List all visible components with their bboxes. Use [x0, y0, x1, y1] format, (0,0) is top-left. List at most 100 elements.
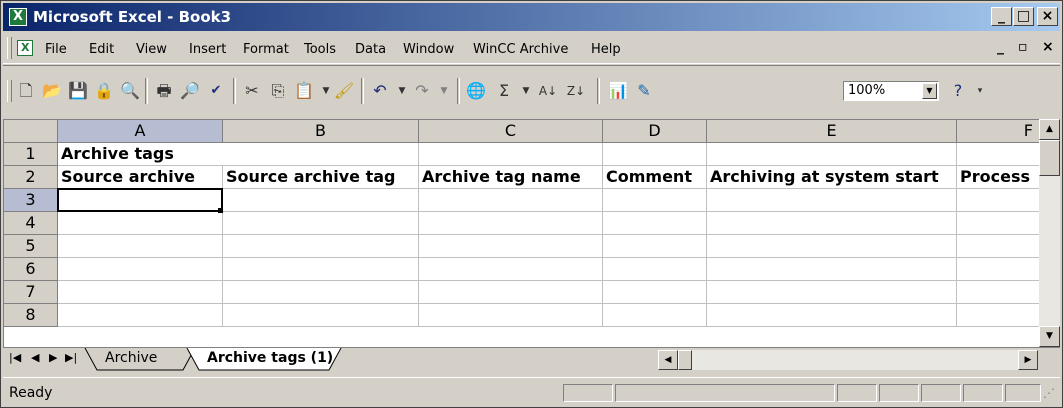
- cell-d4[interactable]: [603, 212, 707, 235]
- column-header-b[interactable]: B: [223, 120, 419, 143]
- menu-insert[interactable]: Insert: [189, 42, 226, 57]
- copy-icon[interactable]: ⎘: [267, 80, 289, 102]
- sheet-tab-archive-tags-1[interactable]: Archive tags (1): [199, 348, 341, 370]
- last-sheet-icon[interactable]: ▶|: [65, 351, 77, 364]
- cell-c8[interactable]: [419, 304, 603, 327]
- cell-c7[interactable]: [419, 281, 603, 304]
- cell-b4[interactable]: [223, 212, 419, 235]
- doc-minimize-button[interactable]: _: [997, 39, 1004, 55]
- cell-f7[interactable]: [957, 281, 1040, 304]
- cell-f3[interactable]: [957, 189, 1040, 212]
- scroll-down-icon[interactable]: ▼: [1039, 326, 1060, 347]
- scroll-up-icon[interactable]: ▲: [1039, 119, 1060, 140]
- menu-file[interactable]: File: [45, 42, 67, 57]
- menu-format[interactable]: Format: [243, 42, 289, 57]
- cell-b6[interactable]: [223, 258, 419, 281]
- excel-app-icon[interactable]: [9, 8, 27, 26]
- minimize-button[interactable]: _: [991, 7, 1012, 26]
- open-icon[interactable]: 📂: [41, 80, 63, 102]
- cell-d2[interactable]: Comment: [603, 166, 707, 189]
- cell-e1[interactable]: [707, 143, 957, 166]
- column-header-a[interactable]: A: [58, 120, 223, 143]
- menu-grip-handle[interactable]: [7, 37, 12, 59]
- row-header-5[interactable]: 5: [4, 235, 58, 258]
- cell-f8[interactable]: [957, 304, 1040, 327]
- cell-a8[interactable]: [58, 304, 223, 327]
- cell-c5[interactable]: [419, 235, 603, 258]
- cell-b7[interactable]: [223, 281, 419, 304]
- chart-wizard-icon[interactable]: 📊: [607, 80, 629, 102]
- cell-e8[interactable]: [707, 304, 957, 327]
- row-header-7[interactable]: 7: [4, 281, 58, 304]
- vertical-scrollbar[interactable]: ▲ ▼: [1039, 119, 1060, 347]
- autosum-icon[interactable]: Σ: [493, 80, 515, 102]
- sort-descending-icon[interactable]: Z↓: [565, 80, 587, 102]
- vertical-scroll-thumb[interactable]: [1039, 140, 1060, 176]
- cut-icon[interactable]: ✂: [241, 80, 263, 102]
- chevron-down-icon[interactable]: ▼: [922, 83, 937, 99]
- cell-e5[interactable]: [707, 235, 957, 258]
- resize-grip-icon[interactable]: ⋰: [1043, 386, 1055, 400]
- cell-e6[interactable]: [707, 258, 957, 281]
- first-sheet-icon[interactable]: |◀: [9, 351, 21, 364]
- cell-e3[interactable]: [707, 189, 957, 212]
- cell-c1[interactable]: [419, 143, 603, 166]
- cell-b1[interactable]: [223, 143, 419, 166]
- row-header-8[interactable]: 8: [4, 304, 58, 327]
- restore-button[interactable]: □: [1013, 7, 1034, 26]
- cell-a5[interactable]: [58, 235, 223, 258]
- horizontal-scroll-thumb[interactable]: [678, 350, 692, 370]
- cell-c4[interactable]: [419, 212, 603, 235]
- cell-f6[interactable]: [957, 258, 1040, 281]
- sheet-tab-archive[interactable]: Archive: [97, 348, 165, 370]
- cell-f1[interactable]: [957, 143, 1040, 166]
- workbook-icon[interactable]: [17, 40, 33, 56]
- row-header-3[interactable]: 3: [4, 189, 58, 212]
- spelling-icon[interactable]: ✔: [205, 80, 227, 102]
- cell-d6[interactable]: [603, 258, 707, 281]
- undo-dropdown-icon[interactable]: ▼: [391, 80, 413, 102]
- cell-d8[interactable]: [603, 304, 707, 327]
- cell-a4[interactable]: [58, 212, 223, 235]
- column-header-d[interactable]: D: [603, 120, 707, 143]
- undo-icon[interactable]: ↶: [369, 80, 391, 102]
- scroll-left-icon[interactable]: ◀: [658, 350, 678, 370]
- cell-b5[interactable]: [223, 235, 419, 258]
- row-header-2[interactable]: 2: [4, 166, 58, 189]
- cell-e4[interactable]: [707, 212, 957, 235]
- cell-d3[interactable]: [603, 189, 707, 212]
- cell-a1[interactable]: Archive tags: [58, 143, 223, 166]
- cell-f2[interactable]: Process: [957, 166, 1040, 189]
- zoom-select[interactable]: 100% ▼: [843, 81, 939, 101]
- paste-icon[interactable]: 📋: [293, 80, 315, 102]
- active-cell-selection[interactable]: [57, 188, 223, 212]
- toolbar-grip-handle[interactable]: [7, 80, 12, 102]
- cell-e2[interactable]: Archiving at system start: [707, 166, 957, 189]
- help-icon[interactable]: ?: [947, 80, 969, 102]
- cell-d7[interactable]: [603, 281, 707, 304]
- redo-dropdown-icon[interactable]: ▼: [433, 80, 455, 102]
- menu-tools[interactable]: Tools: [304, 42, 336, 57]
- select-all-corner[interactable]: [4, 120, 58, 143]
- row-header-1[interactable]: 1: [4, 143, 58, 166]
- permission-icon[interactable]: 🔒: [93, 80, 115, 102]
- cell-f4[interactable]: [957, 212, 1040, 235]
- column-header-e[interactable]: E: [707, 120, 957, 143]
- scroll-right-icon[interactable]: ▶: [1018, 350, 1038, 370]
- doc-restore-button[interactable]: ▫: [1018, 39, 1028, 55]
- toolbar-options-icon[interactable]: ▾: [969, 80, 991, 102]
- autosum-dropdown-icon[interactable]: ▼: [515, 80, 537, 102]
- redo-icon[interactable]: ↷: [411, 80, 433, 102]
- row-header-6[interactable]: 6: [4, 258, 58, 281]
- cell-b3[interactable]: [223, 189, 419, 212]
- drawing-icon[interactable]: ✎: [633, 80, 655, 102]
- next-sheet-icon[interactable]: ▶: [49, 351, 57, 364]
- hyperlink-icon[interactable]: 🌐: [465, 80, 487, 102]
- column-header-f[interactable]: F: [957, 120, 1040, 143]
- print-icon[interactable]: 🖶: [153, 80, 175, 102]
- row-header-4[interactable]: 4: [4, 212, 58, 235]
- cell-f5[interactable]: [957, 235, 1040, 258]
- menu-help[interactable]: Help: [591, 42, 621, 57]
- previous-sheet-icon[interactable]: ◀: [31, 351, 39, 364]
- horizontal-scrollbar[interactable]: ◀ ▶: [658, 350, 1038, 370]
